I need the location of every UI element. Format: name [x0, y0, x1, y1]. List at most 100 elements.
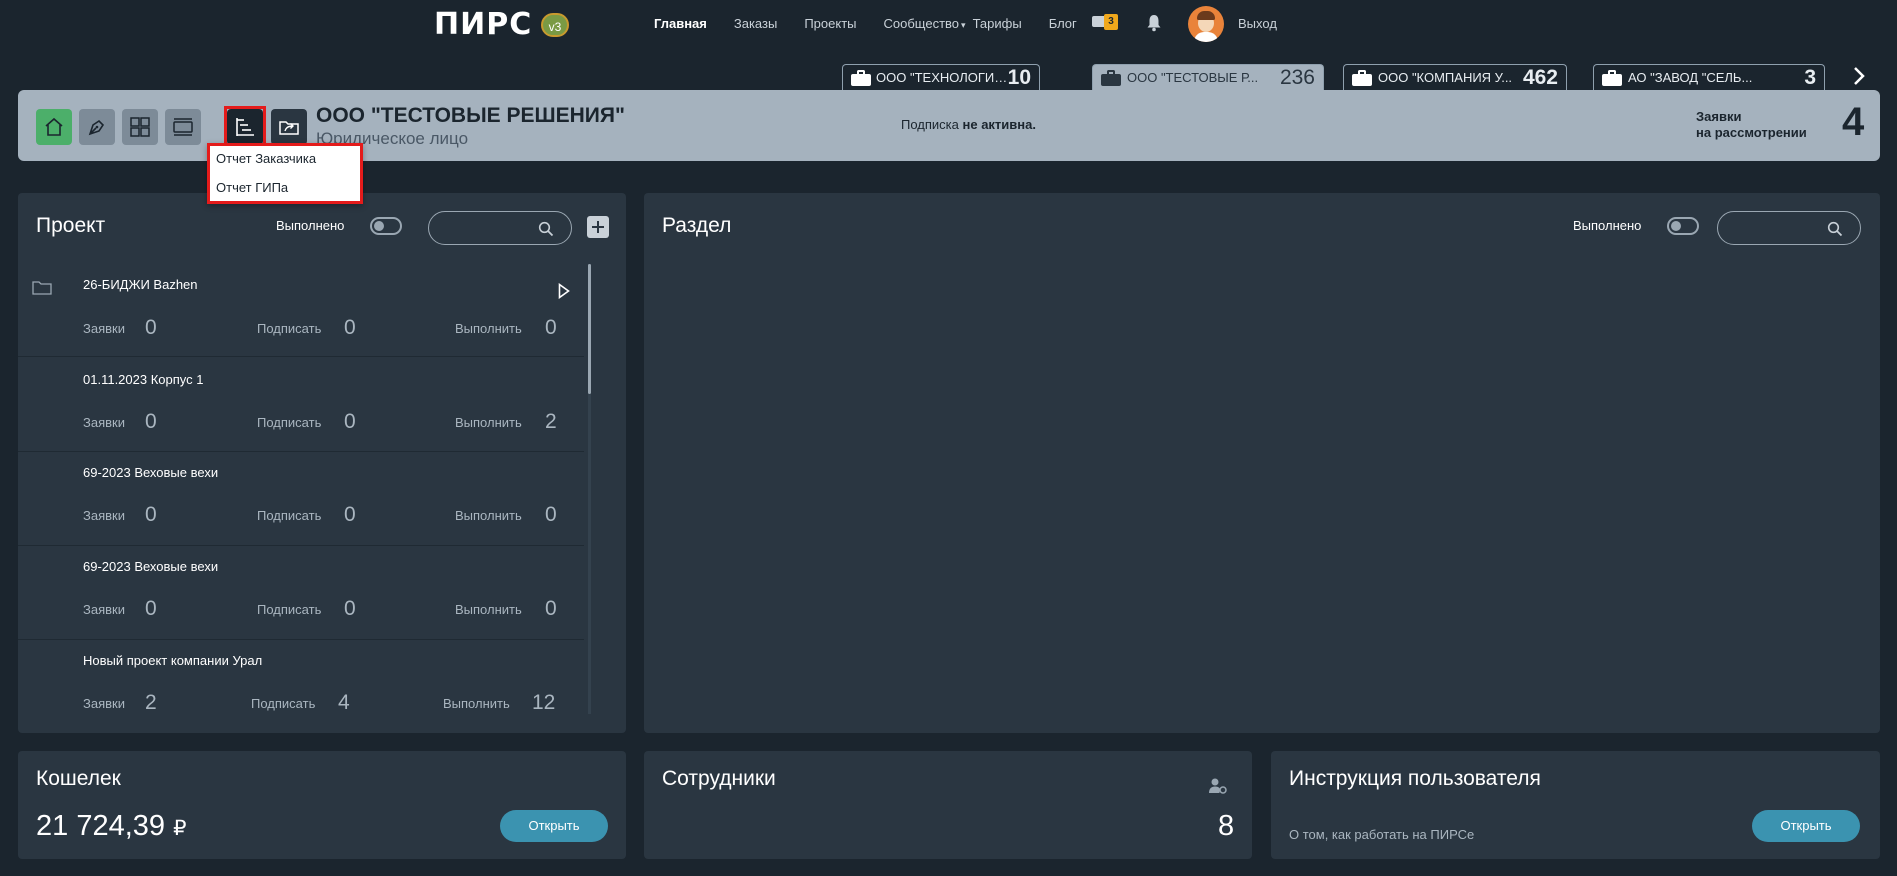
open-wallet-button[interactable]: Открыть: [500, 810, 608, 842]
company-tab-count: 462: [1522, 65, 1558, 89]
currency-symbol: ₽: [173, 817, 187, 840]
company-tab[interactable]: АО "ЗАВОД "СЕЛЬ... 3: [1593, 64, 1825, 90]
menu-item-customer-report[interactable]: Отчет Заказчика: [216, 151, 316, 166]
company-tab[interactable]: ООО "ТЕХНОЛОГИЯ... 10: [842, 64, 1040, 90]
briefcase-icon: [851, 69, 871, 86]
nav-link-home[interactable]: Главная: [654, 16, 707, 31]
company-tab-count: 236: [1279, 65, 1315, 89]
done-toggle[interactable]: [370, 217, 402, 235]
bell-icon[interactable]: [1146, 14, 1162, 32]
wallet-panel: Кошелек 21 724,39 ₽ Открыть: [18, 751, 626, 859]
search-icon: [538, 221, 554, 237]
user-settings-icon[interactable]: [1208, 777, 1228, 800]
search-icon: [1827, 221, 1843, 237]
project-panel: Проект Выполнено 26-БИДЖИ Bazhen Заявки …: [18, 193, 626, 733]
edit-button[interactable]: [79, 109, 115, 145]
panel-title: Инструкция пользователя: [1289, 767, 1541, 790]
list-item[interactable]: 69-2023 Веховые вехи Заявки 0 Подписать …: [18, 546, 584, 640]
share-button[interactable]: [271, 109, 307, 145]
chat-button[interactable]: 3: [1092, 14, 1120, 34]
panel-title: Проект: [36, 214, 106, 237]
pending-requests-count[interactable]: 4: [1842, 100, 1864, 145]
list-icon: [173, 118, 193, 136]
chat-count-badge: 3: [1104, 14, 1118, 30]
briefcase-icon: [1101, 69, 1121, 86]
nav-link-orders[interactable]: Заказы: [734, 16, 777, 31]
section-search-input[interactable]: [1717, 211, 1861, 245]
top-navigation: ПИРС v3 Главная Заказы Проекты Сообществ…: [0, 0, 1897, 48]
execute-label: Выполнить: [443, 696, 510, 711]
wallet-amount: 21 724,39: [36, 810, 166, 842]
company-tab[interactable]: ООО "КОМПАНИЯ У... 462: [1343, 64, 1567, 90]
scrollbar-thumb[interactable]: [588, 264, 591, 394]
wallet-balance: 21 724,39 ₽: [36, 810, 186, 843]
sign-count: 0: [344, 597, 356, 620]
subscription-prefix: Подписка: [901, 117, 963, 132]
folder-icon: [32, 281, 52, 295]
sign-label: Подписать: [251, 696, 316, 711]
company-tab-active[interactable]: ООО "ТЕСТОВЫЕ Р... 236: [1092, 64, 1324, 90]
nav-link-community[interactable]: Сообщество ▾: [884, 16, 966, 31]
open-manual-button[interactable]: Открыть: [1752, 810, 1860, 842]
menu-item-gip-report[interactable]: Отчет ГИПа: [216, 180, 288, 195]
panel-title: Кошелек: [36, 767, 121, 790]
execute-count: 12: [532, 691, 556, 714]
staff-count: 8: [1218, 810, 1235, 842]
avatar[interactable]: [1188, 6, 1224, 42]
execute-label: Выполнить: [455, 602, 522, 617]
sign-count: 0: [344, 503, 356, 526]
requests-count: 0: [145, 597, 157, 620]
project-search-input[interactable]: [428, 211, 572, 245]
sign-count: 4: [338, 691, 350, 714]
reports-button[interactable]: [227, 109, 263, 145]
subscription-status: Подписка не активна.: [901, 117, 1036, 132]
manual-panel: Инструкция пользователя О том, как работ…: [1271, 751, 1880, 859]
list-item[interactable]: 69-2023 Веховые вехи Заявки 0 Подписать …: [18, 452, 584, 546]
list-item[interactable]: 01.11.2023 Корпус 1 Заявки 0 Подписать 0…: [18, 358, 584, 452]
manual-description: О том, как работать на ПИРСе: [1289, 827, 1475, 842]
requests-label: Заявки: [83, 508, 125, 523]
pending-requests-label-1: Заявки: [1696, 109, 1742, 124]
company-tab-name: ООО "ТЕХНОЛОГИЯ...: [876, 70, 1008, 85]
execute-count: 0: [545, 316, 557, 339]
grid-view-button[interactable]: [122, 109, 158, 145]
logout-link[interactable]: Выход: [1238, 16, 1277, 31]
chevron-right-icon[interactable]: [1852, 66, 1866, 86]
add-project-button[interactable]: [587, 216, 609, 238]
done-toggle[interactable]: [1667, 217, 1699, 235]
requests-label: Заявки: [83, 696, 125, 711]
grid-icon: [130, 117, 150, 137]
nav-link-projects[interactable]: Проекты: [804, 16, 856, 31]
execute-count: 0: [545, 597, 557, 620]
company-tab-name: ООО "КОМПАНИЯ У...: [1378, 70, 1513, 85]
logo[interactable]: ПИРС: [434, 10, 532, 40]
project-name: 69-2023 Веховые вехи: [83, 559, 219, 574]
execute-count: 0: [545, 503, 557, 526]
project-name: 69-2023 Веховые вехи: [83, 465, 219, 480]
home-icon: [45, 117, 63, 136]
requests-label: Заявки: [83, 415, 125, 430]
staff-panel: Сотрудники 8: [644, 751, 1252, 859]
list-item[interactable]: 26-БИДЖИ Bazhen Заявки 0 Подписать 0 Вып…: [18, 263, 584, 357]
home-button[interactable]: [36, 109, 72, 145]
subscription-value: не активна.: [962, 117, 1036, 132]
list-item[interactable]: Новый проект компании Урал Заявки 2 Подп…: [18, 640, 584, 734]
sign-label: Подписать: [257, 602, 322, 617]
requests-count: 0: [145, 503, 157, 526]
panel-title: Сотрудники: [662, 767, 776, 790]
execute-label: Выполнить: [455, 508, 522, 523]
company-tab-name: ООО "ТЕСТОВЫЕ Р...: [1127, 70, 1259, 85]
panel-title: Раздел: [662, 214, 732, 237]
sign-label: Подписать: [257, 508, 322, 523]
list-view-button[interactable]: [165, 109, 201, 145]
nav-link-community-label: Сообщество: [883, 16, 960, 31]
section-panel: Раздел Выполнено: [644, 193, 1880, 733]
play-icon[interactable]: [558, 282, 570, 304]
done-toggle-label: Выполнено: [1573, 218, 1642, 233]
nav-link-tariffs[interactable]: Тарифы: [973, 16, 1022, 31]
project-name: 26-БИДЖИ Bazhen: [83, 277, 198, 292]
nav-link-blog[interactable]: Блог: [1049, 16, 1077, 31]
requests-label: Заявки: [83, 321, 125, 336]
briefcase-icon: [1352, 69, 1372, 86]
requests-count: 0: [145, 410, 157, 433]
